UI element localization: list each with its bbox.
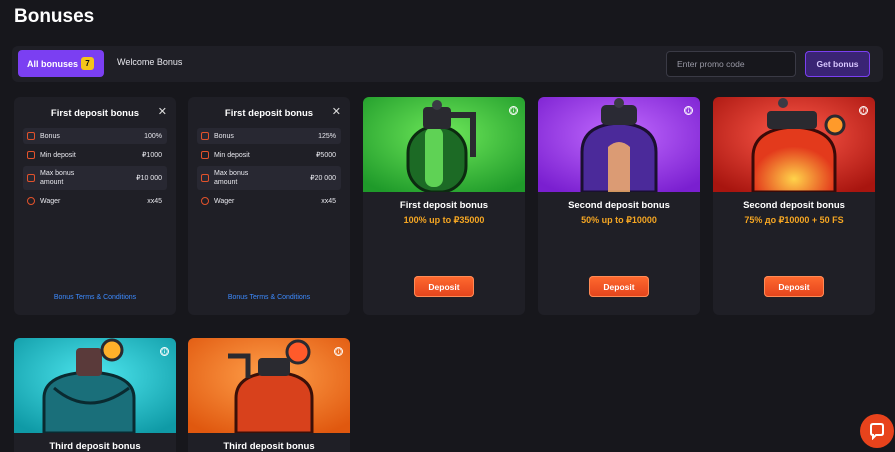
row-label: Max bonus amount (214, 170, 249, 186)
row-label: Wager (214, 197, 235, 205)
chat-support-button[interactable] (860, 414, 894, 448)
detail-row-wager: Wager xx45 (197, 193, 341, 209)
gas-canister-image (713, 97, 875, 192)
gas-canister-image (538, 97, 700, 192)
bonus-card: ⓘ Third deposit bonus (188, 338, 350, 452)
info-icon[interactable]: ⓘ (684, 106, 693, 115)
gift-icon (201, 132, 209, 140)
row-value: ₽5000 (315, 152, 336, 159)
chat-icon (870, 423, 884, 440)
terms-link[interactable]: Bonus Terms & Conditions (188, 294, 350, 301)
deposit-button[interactable]: Deposit (589, 276, 649, 297)
bonus-detail-card: First deposit bonus ✕ Bonus 125% Min dep… (188, 97, 350, 315)
bonus-card: ⓘ Second deposit bonus 50% up to ₽10000 … (538, 97, 700, 315)
detail-title: First deposit bonus (224, 108, 314, 119)
detail-row-max-bonus: Max bonus amount ₽10 000 (23, 166, 167, 190)
clock-icon (27, 197, 35, 205)
row-value: xx45 (147, 197, 162, 205)
bonus-card: ⓘ Second deposit bonus 75% до ₽10000 + 5… (713, 97, 875, 315)
card-offer: 75% до ₽10000 + 50 FS (744, 215, 844, 225)
card-title: First deposit bonus (399, 200, 489, 211)
row-value: 125% (318, 132, 336, 140)
bonus-count-badge: 7 (81, 57, 94, 70)
tab-all-label: All bonuses (27, 58, 79, 69)
card-title: Second deposit bonus (568, 200, 670, 211)
gift-icon (27, 132, 35, 140)
detail-row-wager: Wager xx45 (23, 193, 167, 209)
row-label: Min deposit (40, 151, 76, 159)
terms-link[interactable]: Bonus Terms & Conditions (14, 294, 176, 301)
page-title: Bonuses (14, 6, 95, 27)
deposit-button[interactable]: Deposit (414, 276, 474, 297)
row-value: ₽20 000 (310, 175, 336, 182)
info-icon[interactable]: ⓘ (160, 347, 169, 356)
wallet-icon (201, 174, 209, 182)
gas-canister-image (14, 338, 176, 433)
tab-all-bonuses[interactable]: All bonuses 7 (18, 50, 104, 77)
row-label: Max bonus amount (40, 170, 75, 186)
wallet-icon (27, 174, 35, 182)
detail-row-bonus: Bonus 125% (197, 128, 341, 144)
info-icon[interactable]: ⓘ (334, 347, 343, 356)
row-value: 100% (144, 132, 162, 140)
clock-icon (201, 197, 209, 205)
get-bonus-button[interactable]: Get bonus (805, 51, 870, 77)
tab-welcome-bonus[interactable]: Welcome Bonus (117, 57, 182, 67)
card-title: Third deposit bonus (49, 441, 141, 452)
deposit-button[interactable]: Deposit (764, 276, 824, 297)
card-offer: 50% up to ₽10000 (581, 215, 657, 225)
detail-row-min-deposit: Min deposit ₽5000 (197, 147, 341, 163)
gas-canister-image (188, 338, 350, 433)
row-value: ₽10 000 (136, 175, 162, 182)
detail-title: First deposit bonus (50, 108, 140, 119)
row-label: Bonus (40, 132, 60, 140)
bonus-detail-card: First deposit bonus ✕ Bonus 100% Min dep… (14, 97, 176, 315)
row-label: Bonus (214, 132, 234, 140)
bonus-card: ⓘ Third deposit bonus (14, 338, 176, 452)
bonus-card: ⓘ First deposit bonus 100% up to ₽35000 … (363, 97, 525, 315)
promo-code-input[interactable] (666, 51, 796, 77)
info-icon[interactable]: ⓘ (859, 106, 868, 115)
card-title: Third deposit bonus (223, 441, 315, 452)
row-label: Min deposit (214, 151, 250, 159)
close-icon[interactable]: ✕ (332, 105, 341, 118)
row-label: Wager (40, 197, 61, 205)
gas-canister-image (363, 97, 525, 192)
wallet-icon (27, 151, 35, 159)
card-offer: 100% up to ₽35000 (403, 215, 485, 225)
row-value: xx45 (321, 197, 336, 205)
filter-bar: All bonuses 7 Welcome Bonus Get bonus (12, 46, 883, 82)
close-icon[interactable]: ✕ (158, 105, 167, 118)
info-icon[interactable]: ⓘ (509, 106, 518, 115)
wallet-icon (201, 151, 209, 159)
detail-row-max-bonus: Max bonus amount ₽20 000 (197, 166, 341, 190)
detail-row-min-deposit: Min deposit ₽1000 (23, 147, 167, 163)
row-value: ₽1000 (141, 152, 162, 159)
card-title: Second deposit bonus (743, 200, 845, 211)
detail-row-bonus: Bonus 100% (23, 128, 167, 144)
